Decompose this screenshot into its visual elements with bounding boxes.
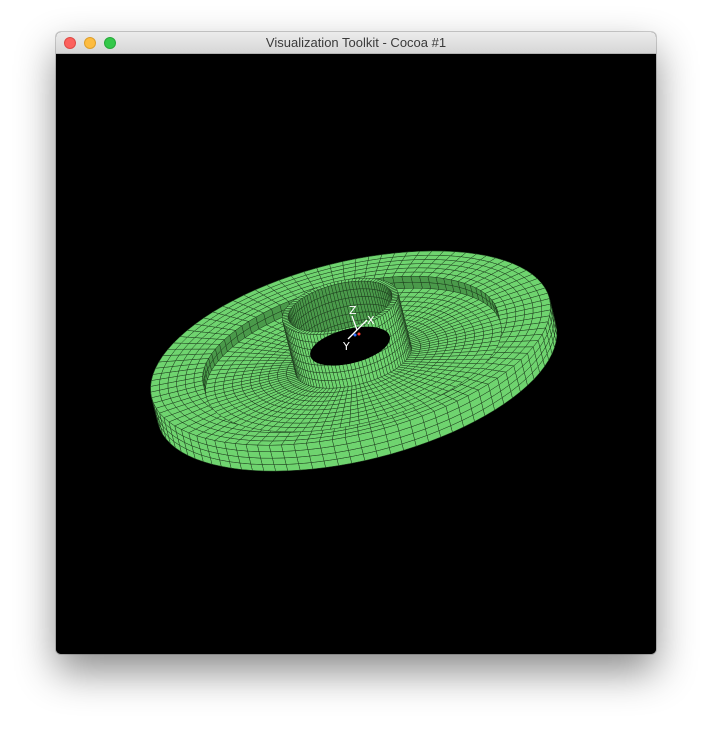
outer-rim-front-face: [261, 464, 276, 472]
cylinder-top-rim: [285, 306, 294, 309]
axis-origin-marker-blue: [353, 333, 357, 337]
y-axis-label: Y: [342, 340, 350, 353]
outer-rim-front-face: [293, 442, 309, 451]
title-bar[interactable]: Visualization Toolkit - Cocoa #1: [56, 32, 656, 54]
inner-step-back-face: [392, 276, 404, 284]
outer-rim-front-face: [285, 463, 301, 472]
inner-step-back-face: [401, 275, 413, 283]
outer-rim-front-face: [284, 456, 299, 465]
outer-rim-front-face: [280, 444, 296, 452]
outer-rim-front-face: [234, 443, 248, 452]
outer-rim-front-face: [245, 444, 260, 452]
axis-origin-marker-red: [357, 332, 361, 336]
z-axis-label: Z: [349, 304, 357, 317]
outer-rim-front-face: [305, 441, 322, 450]
render-viewport[interactable]: Z X Y: [56, 54, 656, 654]
window-title: Visualization Toolkit - Cocoa #1: [265, 35, 447, 50]
outer-rim-front-face: [270, 451, 285, 459]
outer-rim-front-face: [260, 457, 275, 465]
cylinder-top-rim: [333, 280, 339, 285]
wireframe-mesh: [150, 250, 558, 472]
outer-rim-front-face: [250, 463, 265, 472]
inner-step-back-face: [443, 278, 453, 287]
outer-rim-front-face: [257, 444, 272, 452]
outer-rim-front-face: [272, 457, 287, 465]
inner-step-back-face: [402, 281, 415, 289]
vtk-window: Visualization Toolkit - Cocoa #1 Z X Y: [56, 32, 656, 654]
outer-rim-front-face: [258, 451, 273, 459]
x-axis-label: X: [367, 314, 375, 327]
outer-rim-front-face: [273, 464, 289, 472]
outer-rim-front-face: [248, 457, 263, 465]
cylinder-top-rim: [337, 280, 342, 285]
outer-rim-front-face: [282, 450, 298, 459]
outer-rim-front-face: [247, 450, 261, 459]
outer-rim-front-face: [268, 444, 284, 452]
render-canvas[interactable]: Z X Y: [56, 54, 656, 654]
